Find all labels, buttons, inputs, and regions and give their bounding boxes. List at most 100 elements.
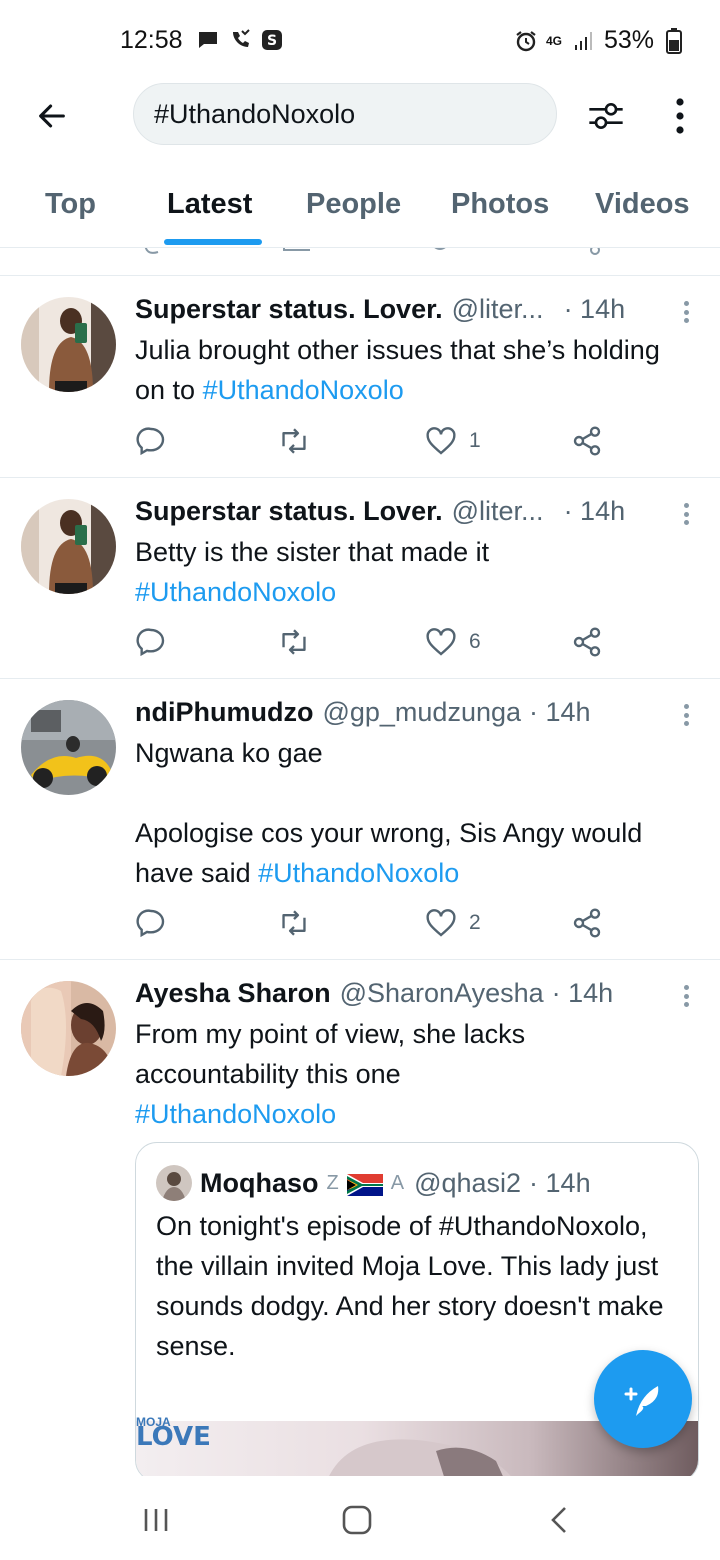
display-name[interactable]: Superstar status. Lover. (135, 294, 443, 325)
tab-videos[interactable]: Videos (595, 188, 690, 221)
hashtag-link[interactable]: #UthandoNoxolo (135, 577, 336, 607)
retweet-icon (282, 629, 306, 655)
user-handle[interactable]: @liter... (452, 294, 544, 325)
tweet-more-button[interactable] (676, 982, 696, 1010)
compose-tweet-button[interactable] (594, 1350, 692, 1448)
home-button[interactable] (333, 1500, 381, 1540)
status-notification-icons: S (196, 28, 284, 52)
reply-icon (136, 909, 165, 938)
search-filter-button[interactable] (582, 92, 630, 140)
retweet-button[interactable] (277, 905, 311, 941)
tab-people[interactable]: People (306, 188, 401, 221)
user-handle[interactable]: @gp_mudzunga (322, 697, 521, 728)
s-app-icon: S (260, 28, 284, 52)
active-tab-indicator (164, 239, 262, 245)
tweet-header: Superstar status. Lover. @liter... · 14h (135, 496, 625, 527)
share-button[interactable] (571, 905, 603, 941)
tweet-more-button[interactable] (676, 701, 696, 729)
retweet-icon (282, 910, 306, 936)
network-type: 4G (545, 33, 562, 48)
hashtag-link[interactable]: #UthandoNoxolo (203, 375, 404, 405)
svg-text:S: S (267, 33, 277, 49)
previous-tweet-partial (0, 248, 720, 276)
share-icon (573, 908, 601, 938)
tweet-item[interactable]: Superstar status. Lover. @liter... · 14h… (0, 478, 720, 679)
back-button[interactable] (28, 92, 76, 140)
display-name[interactable]: Ayesha Sharon (135, 978, 331, 1009)
tweet-more-button[interactable] (676, 500, 696, 528)
tweet-time: · 14h (529, 697, 591, 727)
like-button[interactable]: 6 (425, 624, 481, 660)
quoted-display-name[interactable]: Moqhaso (200, 1168, 319, 1199)
quoted-tweet-text: On tonight's episode of #UthandoNoxolo, … (156, 1211, 664, 1361)
display-name[interactable]: Superstar status. Lover. (135, 496, 443, 527)
user-handle[interactable]: @liter... (452, 496, 544, 527)
badge-z: Z (326, 1171, 339, 1194)
hashtag-link[interactable]: #UthandoNoxolo (135, 1099, 336, 1129)
tweet-header: ndiPhumudzo @gp_mudzunga · 14h (135, 697, 591, 728)
user-handle[interactable]: @SharonAyesha (340, 978, 544, 1009)
heart-icon (426, 909, 456, 937)
like-count: 2 (469, 911, 481, 934)
south-africa-flag-icon (346, 1172, 383, 1196)
share-button[interactable] (571, 624, 603, 660)
recent-apps-icon (144, 1509, 168, 1531)
avatar[interactable] (21, 700, 116, 795)
status-system-icons: 4G 53% (514, 26, 686, 55)
tweet-actions: 6 (135, 624, 615, 660)
back-arrow-icon (39, 104, 65, 128)
search-header: #UthandoNoxolo (0, 80, 720, 152)
tweet-text: Julia brought other issues that she’s ho… (135, 335, 660, 405)
quoted-avatar[interactable] (156, 1165, 192, 1201)
chevron-left-icon (551, 1507, 566, 1533)
tweet-item[interactable]: ndiPhumudzo @gp_mudzunga · 14h Ngwana ko… (0, 679, 720, 960)
tweet-more-button[interactable] (676, 298, 696, 326)
reply-button[interactable] (135, 624, 167, 660)
feather-plus-icon (624, 1386, 659, 1416)
reply-button[interactable] (135, 905, 167, 941)
retweet-icon (282, 428, 306, 454)
avatar[interactable] (21, 297, 116, 392)
tweet-actions: 1 (135, 423, 615, 459)
badge-a: A (390, 1171, 405, 1194)
tab-latest[interactable]: Latest (167, 188, 252, 221)
reply-icon (136, 628, 165, 657)
quoted-tweet-time: · 14h (529, 1167, 591, 1198)
more-options-button[interactable] (658, 92, 702, 140)
tweet-header: Superstar status. Lover. @liter... · 14h (135, 294, 625, 325)
avatar[interactable] (21, 499, 116, 594)
share-icon (573, 627, 601, 657)
quoted-user-handle[interactable]: @qhasi2 (414, 1168, 521, 1199)
tweet-text: Betty is the sister that made it #Uthando… (135, 537, 490, 607)
retweet-button[interactable] (277, 624, 311, 660)
battery-icon (662, 27, 686, 54)
quoted-tweet-header: Moqhaso Z A @qhasi2 · 14h (156, 1165, 591, 1201)
tab-top[interactable]: Top (45, 188, 96, 221)
tweet-text: Ngwana ko gae Apologise cos your wrong, S… (135, 738, 643, 888)
avatar[interactable] (21, 981, 116, 1076)
recent-apps-button[interactable] (132, 1500, 180, 1540)
signal-icon (572, 29, 596, 53)
status-time: 12:58 (120, 26, 183, 54)
home-icon (342, 1505, 372, 1535)
retweet-button[interactable] (277, 423, 311, 459)
search-input[interactable]: #UthandoNoxolo (133, 83, 557, 145)
tweet-time: · 14h (551, 978, 614, 1008)
back-nav-button[interactable] (536, 1500, 584, 1540)
share-button[interactable] (571, 423, 603, 459)
like-count: 1 (469, 429, 481, 452)
tweet-header: Ayesha Sharon @SharonAyesha · 14h (135, 978, 613, 1009)
heart-icon (426, 628, 456, 656)
display-name[interactable]: ndiPhumudzo (135, 697, 313, 728)
heart-icon (426, 427, 456, 455)
reply-button[interactable] (135, 423, 167, 459)
tab-photos[interactable]: Photos (451, 188, 549, 221)
status-bar: 12:58 S 4G 53% (0, 0, 720, 80)
tweet-actions: 2 (135, 905, 615, 941)
reply-icon (136, 427, 165, 456)
like-button[interactable]: 1 (425, 423, 481, 459)
hashtag-link[interactable]: #UthandoNoxolo (258, 858, 459, 888)
like-button[interactable]: 2 (425, 905, 481, 941)
tweet-item[interactable]: Superstar status. Lover. @liter... · 14h… (0, 276, 720, 478)
search-query: #UthandoNoxolo (154, 98, 356, 129)
